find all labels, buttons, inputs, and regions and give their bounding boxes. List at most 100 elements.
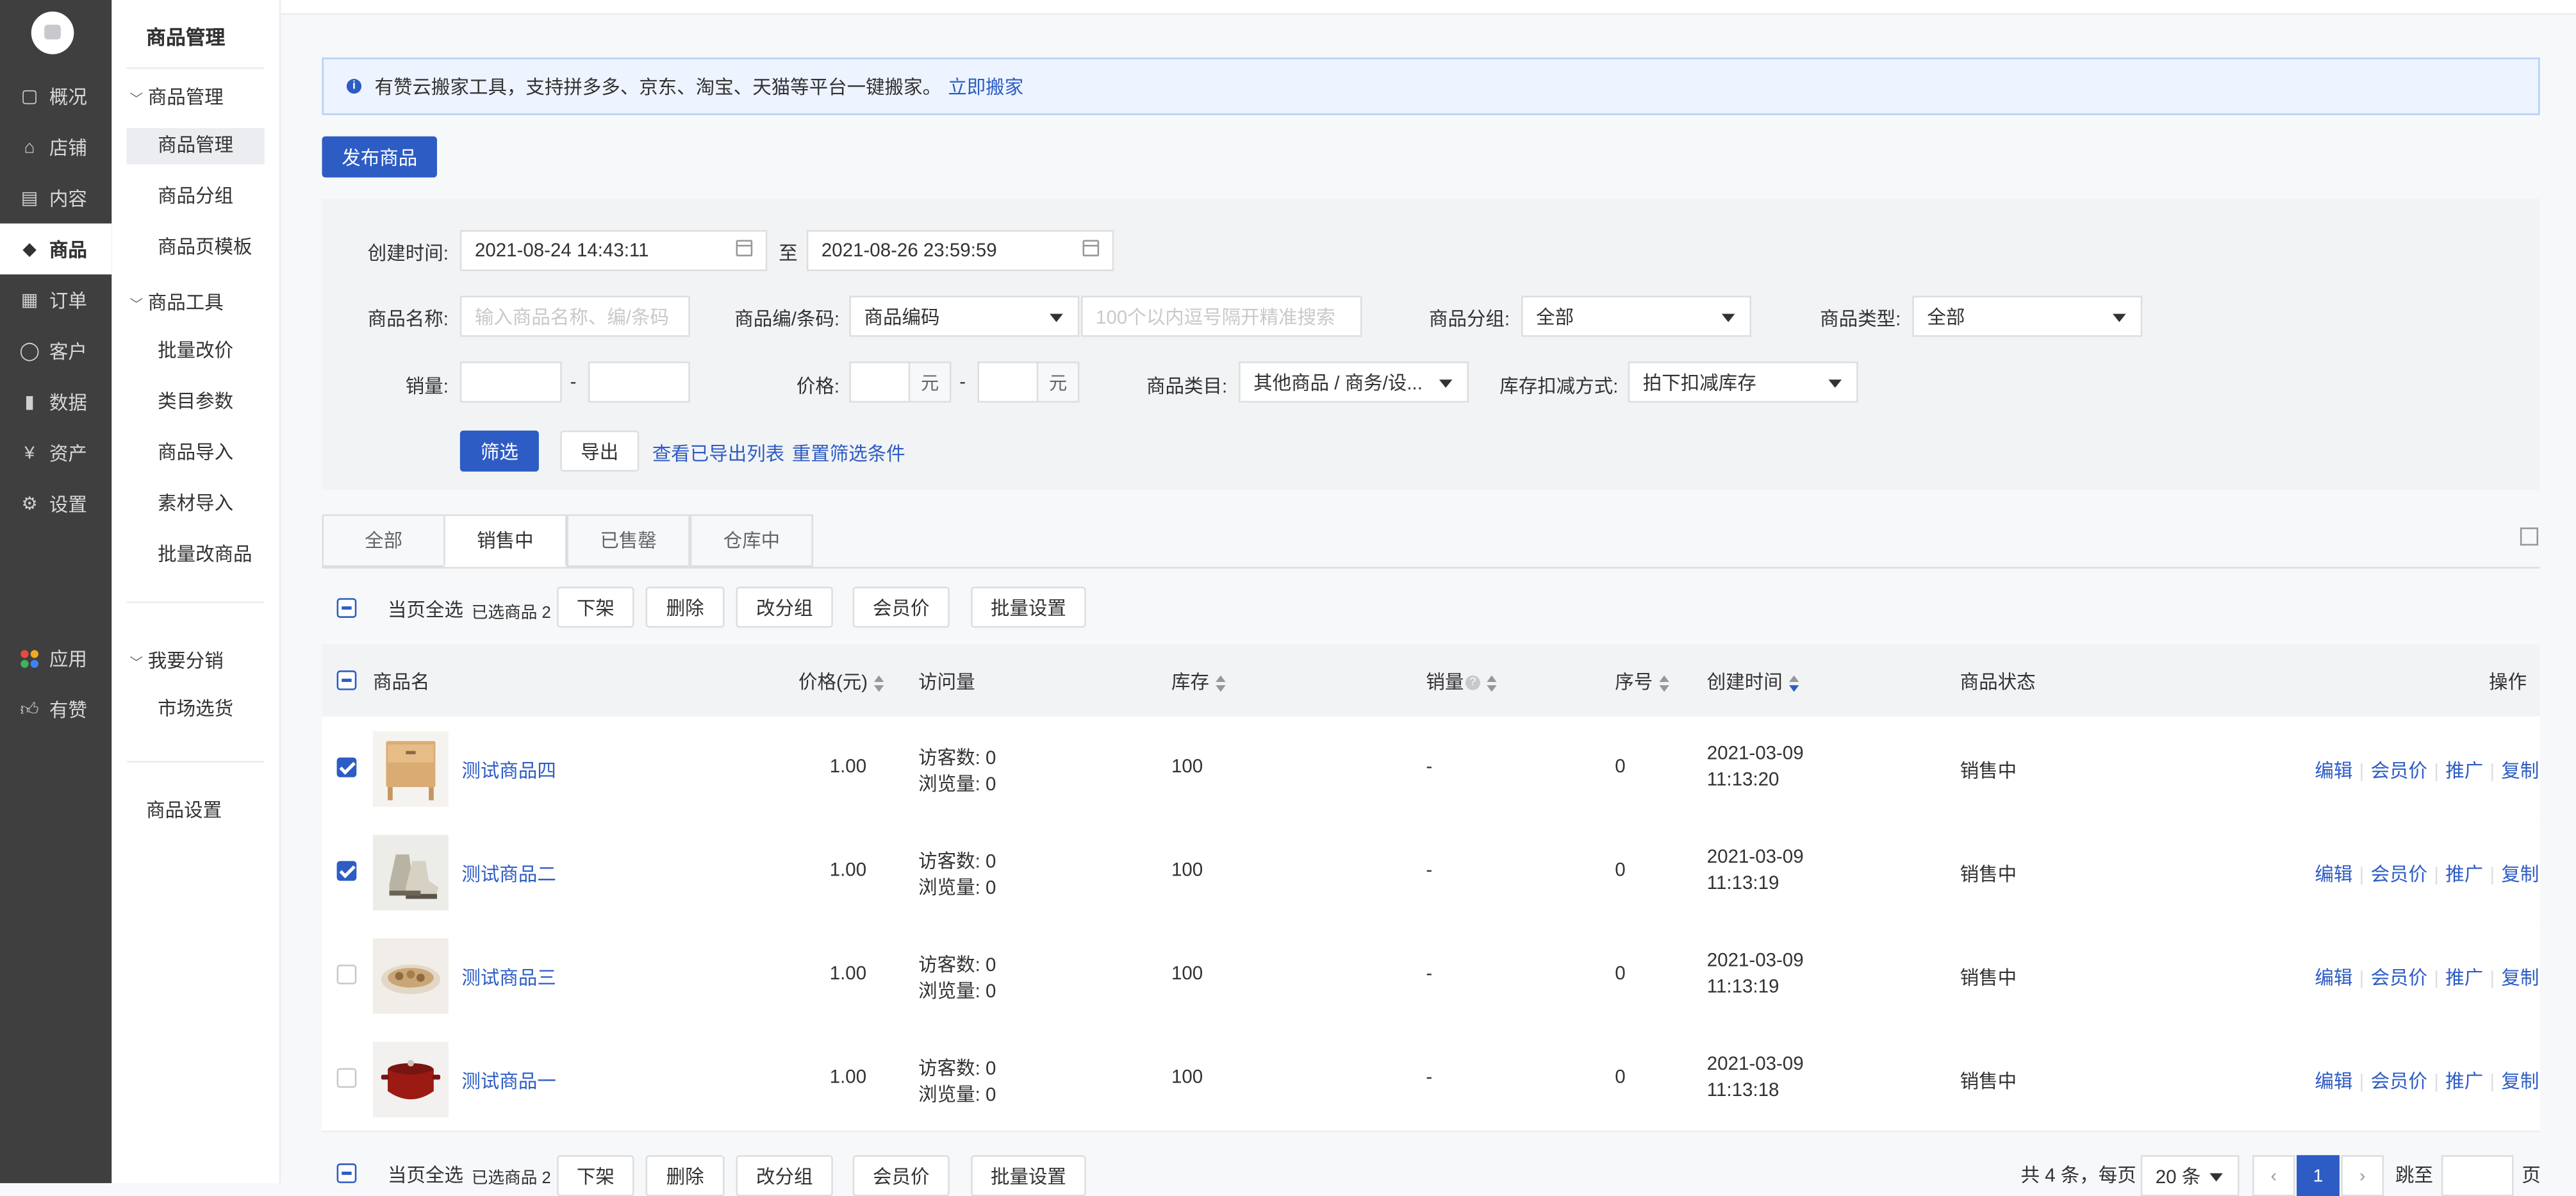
- product-name-link[interactable]: 测试商品二: [461, 861, 556, 887]
- goods-group-select[interactable]: 全部: [1521, 295, 1752, 337]
- group-distribution[interactable]: ﹀ 我要分销: [130, 647, 224, 674]
- row-checkbox[interactable]: [336, 964, 357, 984]
- bulk-settings-button[interactable]: 批量设置: [971, 1155, 1086, 1196]
- subnav-market[interactable]: 市场选货: [126, 692, 264, 727]
- nav-youzan[interactable]: 👍︎ 有赞: [0, 684, 111, 735]
- subnav-bulk-edit[interactable]: 批量改商品: [126, 537, 264, 573]
- category-select[interactable]: 其他商品 / 商务/设...: [1239, 361, 1469, 403]
- member-price-button[interactable]: 会员价: [852, 1155, 950, 1196]
- goods-code-input[interactable]: 100个以内逗号隔开精准搜索: [1080, 295, 1362, 337]
- stock-deduct-select[interactable]: 拍下扣减库存: [1628, 361, 1858, 403]
- page-button[interactable]: 1: [2297, 1155, 2340, 1196]
- help-icon[interactable]: ?: [1465, 676, 1480, 691]
- tab-all[interactable]: 全部: [322, 514, 445, 567]
- row-checkbox[interactable]: [336, 861, 357, 881]
- edit-link[interactable]: 编辑: [2315, 970, 2352, 990]
- product-thumbnail[interactable]: [372, 1042, 449, 1118]
- delist-button[interactable]: 下架: [557, 1155, 634, 1196]
- group-goods-tools[interactable]: ﹀ 商品工具: [130, 289, 224, 315]
- group-goods-management[interactable]: ﹀ 商品管理: [130, 84, 224, 110]
- tab-warehouse[interactable]: 仓库中: [689, 514, 814, 567]
- tab-sold-out[interactable]: 已售罄: [566, 514, 690, 567]
- prev-page-button[interactable]: ‹: [2252, 1155, 2295, 1196]
- edit-link[interactable]: 编辑: [2315, 1073, 2352, 1093]
- price-max-input[interactable]: [977, 361, 1039, 403]
- nav-goods[interactable]: ◆ 商品: [0, 223, 112, 275]
- col-stock[interactable]: 库存: [1171, 669, 1226, 695]
- select-page-checkbox-bottom[interactable]: [336, 1163, 357, 1183]
- product-name-link[interactable]: 测试商品四: [461, 758, 556, 784]
- promote-link[interactable]: 推广: [2445, 763, 2483, 783]
- next-page-button[interactable]: ›: [2341, 1155, 2384, 1196]
- product-name-link[interactable]: 测试商品一: [461, 1068, 556, 1094]
- row-checkbox[interactable]: [336, 757, 357, 777]
- view-exports-link[interactable]: 查看已导出列表: [652, 440, 784, 467]
- nav-overview[interactable]: ▢ 概况: [0, 71, 111, 121]
- member-price-link[interactable]: 会员价: [2371, 1073, 2427, 1093]
- col-seq[interactable]: 序号: [1615, 669, 1669, 695]
- copy-link[interactable]: 复制: [2501, 763, 2539, 783]
- nav-content[interactable]: ▤ 内容: [0, 172, 111, 223]
- bulk-settings-button[interactable]: 批量设置: [971, 586, 1086, 628]
- member-price-link[interactable]: 会员价: [2371, 970, 2427, 990]
- promote-link[interactable]: 推广: [2445, 866, 2483, 886]
- created-from-input[interactable]: 2021-08-24 14:43:11: [459, 229, 768, 272]
- nav-store[interactable]: ⌂ 店铺: [0, 122, 111, 172]
- col-sales[interactable]: 销量?: [1426, 669, 1497, 695]
- nav-orders[interactable]: ▦ 订单: [0, 274, 111, 325]
- subnav-bulk-price[interactable]: 批量改价: [126, 333, 264, 369]
- subnav-goods-templates[interactable]: 商品页模板: [126, 230, 264, 266]
- edit-link[interactable]: 编辑: [2315, 763, 2352, 783]
- price-min-input[interactable]: [849, 361, 911, 403]
- page-size-select[interactable]: 20 条: [2140, 1155, 2240, 1196]
- fullscreen-icon[interactable]: [2520, 527, 2539, 546]
- member-price-button[interactable]: 会员价: [852, 586, 950, 628]
- delete-button[interactable]: 删除: [645, 1155, 725, 1196]
- nav-settings[interactable]: ⚙ 设置: [0, 478, 111, 529]
- row-checkbox[interactable]: [336, 1068, 357, 1088]
- migrate-now-link[interactable]: 立即搬家: [948, 73, 1023, 99]
- sales-max-input[interactable]: [588, 361, 690, 403]
- jump-page-input[interactable]: [2441, 1155, 2514, 1196]
- delist-button[interactable]: 下架: [557, 586, 634, 628]
- product-thumbnail[interactable]: [372, 835, 449, 911]
- product-thumbnail[interactable]: [372, 938, 449, 1014]
- tab-on-sale[interactable]: 销售中: [443, 514, 567, 567]
- export-button[interactable]: 导出: [560, 430, 640, 472]
- subnav-goods-management[interactable]: 商品管理: [126, 128, 265, 165]
- nav-apps[interactable]: 应用: [0, 633, 111, 683]
- filter-button[interactable]: 筛选: [459, 430, 539, 472]
- col-created[interactable]: 创建时间: [1707, 669, 1799, 695]
- promote-link[interactable]: 推广: [2445, 970, 2483, 990]
- change-group-button[interactable]: 改分组: [736, 1155, 833, 1196]
- nav-assets[interactable]: ¥ 资产: [0, 428, 111, 478]
- subnav-category-params[interactable]: 类目参数: [126, 385, 264, 420]
- reset-filters-link[interactable]: 重置筛选条件: [792, 440, 905, 467]
- nav-data[interactable]: ▮ 数据: [0, 376, 111, 427]
- copy-link[interactable]: 复制: [2501, 970, 2539, 990]
- col-price[interactable]: 价格(元): [798, 669, 884, 695]
- publish-goods-button[interactable]: 发布商品: [322, 136, 437, 178]
- member-price-link[interactable]: 会员价: [2371, 763, 2427, 783]
- promote-link[interactable]: 推广: [2445, 1073, 2483, 1093]
- member-price-link[interactable]: 会员价: [2371, 866, 2427, 886]
- goods-type-select[interactable]: 全部: [1912, 295, 2143, 337]
- product-name-link[interactable]: 测试商品三: [461, 965, 556, 991]
- edit-link[interactable]: 编辑: [2315, 866, 2352, 886]
- subnav-goods-import[interactable]: 商品导入: [126, 435, 264, 471]
- nav-customers[interactable]: ◯ 客户: [0, 326, 111, 376]
- header-select-checkbox[interactable]: [336, 670, 357, 690]
- sales-min-input[interactable]: [459, 361, 562, 403]
- subnav-goods-groups[interactable]: 商品分组: [126, 179, 264, 215]
- select-page-checkbox[interactable]: [336, 598, 357, 618]
- subnav-goods-settings[interactable]: 商品设置: [126, 793, 264, 829]
- goods-code-select[interactable]: 商品编码: [849, 295, 1080, 337]
- product-thumbnail[interactable]: [372, 731, 449, 807]
- delete-button[interactable]: 删除: [645, 586, 725, 628]
- copy-link[interactable]: 复制: [2501, 866, 2539, 886]
- change-group-button[interactable]: 改分组: [736, 586, 833, 628]
- shop-logo[interactable]: [31, 11, 74, 54]
- goods-name-input[interactable]: 输入商品名称、编/条码: [459, 295, 690, 337]
- subnav-material-import[interactable]: 素材导入: [126, 486, 264, 522]
- copy-link[interactable]: 复制: [2501, 1073, 2539, 1093]
